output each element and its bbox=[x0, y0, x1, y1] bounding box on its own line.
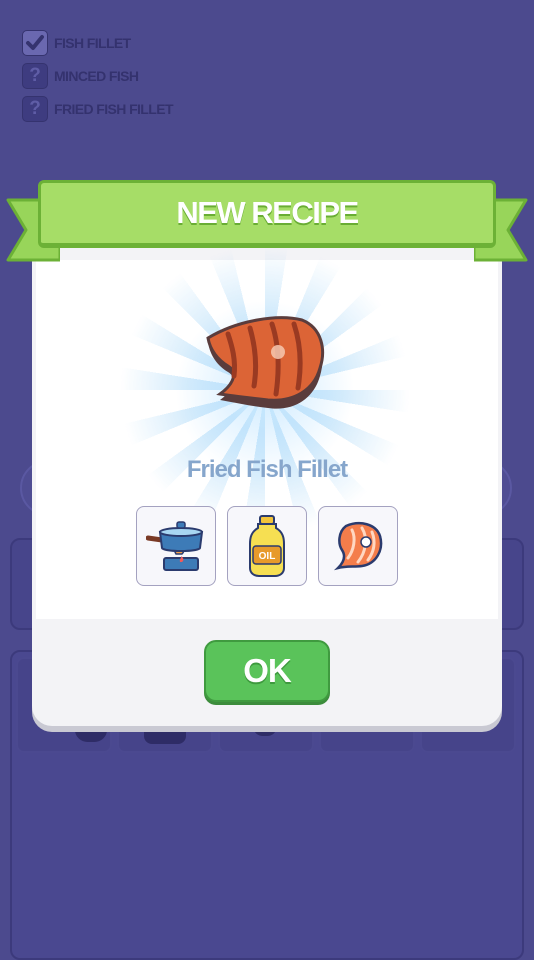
frying-pan-icon bbox=[146, 521, 204, 571]
ok-button[interactable]: OK bbox=[204, 640, 330, 702]
ok-button-label: OK bbox=[243, 652, 291, 689]
fish-fillet-icon bbox=[333, 522, 383, 571]
oil-label: OIL bbox=[259, 551, 276, 562]
dish-name: Fried Fish Fillet bbox=[186, 456, 348, 483]
checklist-label: MINCED FISH bbox=[54, 67, 139, 84]
question-icon: ? bbox=[22, 62, 48, 89]
checklist-item: FISH FILLET bbox=[22, 26, 173, 59]
checklist-label: FRIED FISH FILLET bbox=[54, 100, 174, 117]
ingredient-slot-frying-pan bbox=[136, 506, 216, 586]
checklist-item: ? MINCED FISH bbox=[22, 59, 173, 92]
fried-fish-fillet-icon bbox=[206, 316, 325, 409]
ingredient-slot-fish-fillet bbox=[318, 506, 398, 586]
check-icon bbox=[22, 29, 48, 56]
question-icon: ? bbox=[22, 95, 48, 122]
checklist-item: ? FRIED FISH FILLET bbox=[22, 92, 174, 125]
recipe-banner: NEW RECIPE bbox=[38, 180, 496, 248]
recipe-checklist: FISH FILLET ? MINCED FISH ? FRIED FISH F… bbox=[22, 26, 174, 125]
ingredient-slot-oil: OIL bbox=[227, 506, 307, 586]
dialog-title: NEW RECIPE bbox=[176, 195, 359, 230]
checklist-label: FISH FILLET bbox=[54, 34, 131, 51]
oil-bottle-icon: OIL bbox=[249, 515, 285, 577]
